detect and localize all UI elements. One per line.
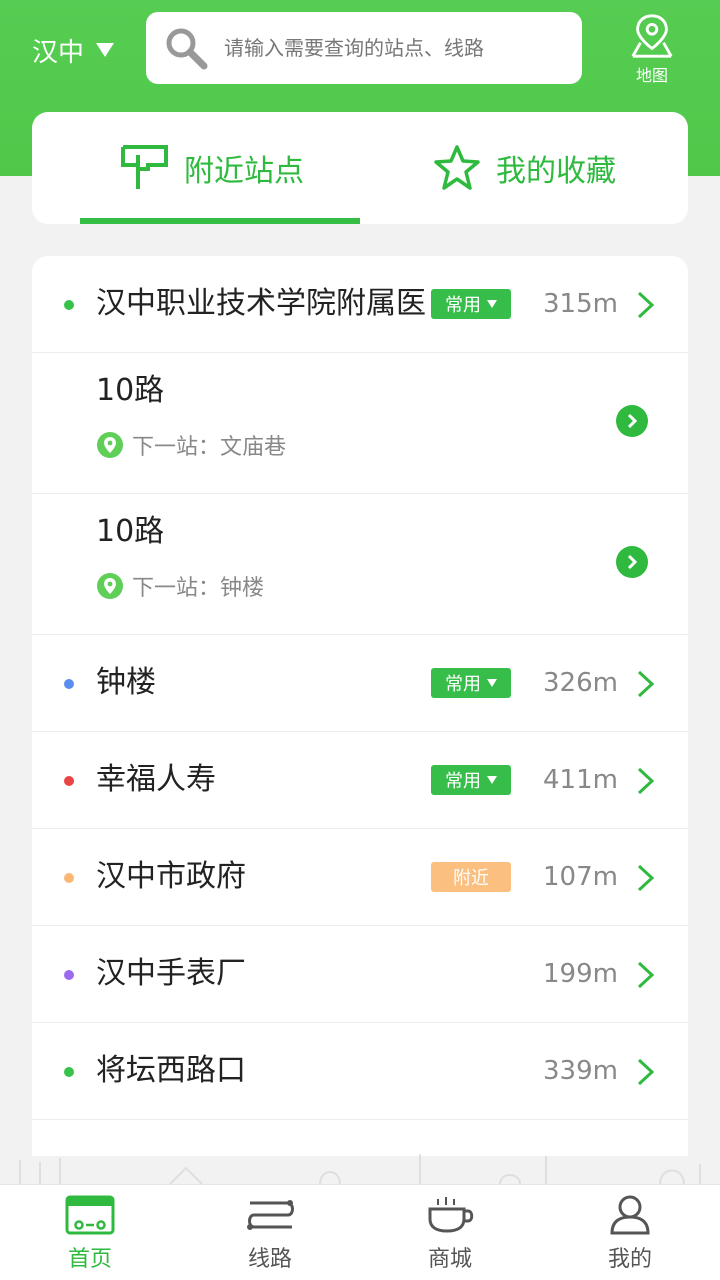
city-selector[interactable]: 汉中 xyxy=(32,30,115,70)
search-input[interactable] xyxy=(224,36,554,60)
tab-nearby-stops[interactable]: 附近站点 xyxy=(32,112,360,224)
search-icon xyxy=(166,28,208,70)
chevron-right-icon xyxy=(637,291,655,319)
station-name: 将坛西路口 xyxy=(96,1053,246,1088)
tabs-card: 附近站点 我的收藏 xyxy=(32,112,688,224)
station-row[interactable]: 钟楼 常用 326m xyxy=(32,635,688,732)
station-row[interactable]: 汉中市政府 附近 107m xyxy=(32,829,688,926)
triangle-down-icon xyxy=(487,776,497,784)
search-bar[interactable] xyxy=(146,12,582,84)
stop-sign-icon xyxy=(121,145,168,189)
map-pin-icon xyxy=(631,14,673,58)
city-name: 汉中 xyxy=(32,37,85,68)
user-icon xyxy=(610,1195,650,1235)
station-dot xyxy=(64,970,74,980)
line-row[interactable]: 10路 下一站：文庙巷 xyxy=(32,353,688,494)
nav-home[interactable]: 首页 xyxy=(0,1185,180,1280)
map-label: 地图 xyxy=(635,66,668,85)
next-stop: 下一站：钟楼 xyxy=(96,570,264,602)
nav-label: 商城 xyxy=(427,1247,472,1272)
nav-profile[interactable]: 我的 xyxy=(540,1185,720,1280)
triangle-down-icon xyxy=(487,300,497,308)
chevron-right-icon xyxy=(637,1058,655,1086)
tag-label: 常用 xyxy=(445,771,481,792)
station-dot xyxy=(64,679,74,689)
nav-label: 线路 xyxy=(247,1247,292,1272)
map-button[interactable]: 地图 xyxy=(620,12,684,86)
station-name: 汉中职业技术学院附属医 xyxy=(96,286,426,321)
chevron-right-icon xyxy=(637,961,655,989)
station-dot xyxy=(64,776,74,786)
station-dot xyxy=(64,300,74,310)
caret-down-icon xyxy=(96,43,115,57)
station-distance: 326m xyxy=(543,668,618,698)
nearby-tag: 附近 xyxy=(431,862,511,892)
tag-label: 常用 xyxy=(445,295,481,316)
triangle-down-icon xyxy=(487,679,497,687)
tag-label: 附近 xyxy=(453,868,489,889)
chevron-right-icon xyxy=(637,767,655,795)
next-stop: 下一站：文庙巷 xyxy=(96,429,286,461)
location-pin-icon xyxy=(97,432,123,458)
cup-icon xyxy=(428,1197,474,1233)
station-row[interactable]: 将坛西路口 339m xyxy=(32,1023,688,1120)
frequent-tag[interactable]: 常用 xyxy=(431,765,511,795)
station-distance: 411m xyxy=(543,765,618,795)
line-detail-button[interactable] xyxy=(616,546,648,578)
station-dot xyxy=(64,873,74,883)
line-detail-button[interactable] xyxy=(616,405,648,437)
chevron-right-icon xyxy=(637,670,655,698)
station-name: 钟楼 xyxy=(96,665,156,700)
station-distance: 107m xyxy=(543,862,618,892)
station-dot xyxy=(64,1067,74,1077)
frequent-tag[interactable]: 常用 xyxy=(431,668,511,698)
tag-label: 常用 xyxy=(445,674,481,695)
line-name: 10路 xyxy=(96,514,165,549)
nav-label: 我的 xyxy=(607,1247,652,1272)
next-stop-label: 下一站：文庙巷 xyxy=(132,435,287,460)
line-name: 10路 xyxy=(96,373,165,408)
line-row[interactable]: 10路 下一站：钟楼 xyxy=(32,494,688,635)
station-row[interactable]: 汉中手表厂 199m xyxy=(32,926,688,1023)
station-row[interactable]: 幸福人寿 常用 411m xyxy=(32,732,688,829)
tab-label: 附近站点 xyxy=(184,154,304,189)
station-row[interactable]: 汉中职业技术学院附属医 常用 315m xyxy=(32,256,688,353)
location-pin-icon xyxy=(97,573,123,599)
station-name: 汉中市政府 xyxy=(96,859,246,894)
frequent-tag[interactable]: 常用 xyxy=(431,289,511,319)
bottom-navigation: 首页 线路 商城 我的 xyxy=(0,1184,720,1280)
city-skyline-decoration xyxy=(19,1154,701,1184)
chevron-right-icon xyxy=(637,864,655,892)
tab-favorites[interactable]: 我的收藏 xyxy=(360,112,688,224)
station-distance: 199m xyxy=(543,959,618,989)
route-icon xyxy=(247,1200,294,1230)
tab-label: 我的收藏 xyxy=(496,154,616,189)
station-name: 汉中手表厂 xyxy=(96,956,246,991)
nav-label: 首页 xyxy=(67,1247,112,1272)
station-distance: 315m xyxy=(543,289,618,319)
next-stop-label: 下一站：钟楼 xyxy=(132,576,265,601)
nav-routes[interactable]: 线路 xyxy=(180,1185,360,1280)
station-name: 幸福人寿 xyxy=(96,762,216,797)
nav-mall[interactable]: 商城 xyxy=(360,1185,540,1280)
stations-list: 汉中职业技术学院附属医 常用 315m 10路 下一站：文庙巷 10路 下一站：… xyxy=(32,256,688,1156)
star-icon xyxy=(434,145,480,190)
chevron-right-icon xyxy=(627,554,638,570)
bus-icon xyxy=(65,1195,115,1235)
chevron-right-icon xyxy=(627,413,638,429)
station-distance: 339m xyxy=(543,1056,618,1086)
